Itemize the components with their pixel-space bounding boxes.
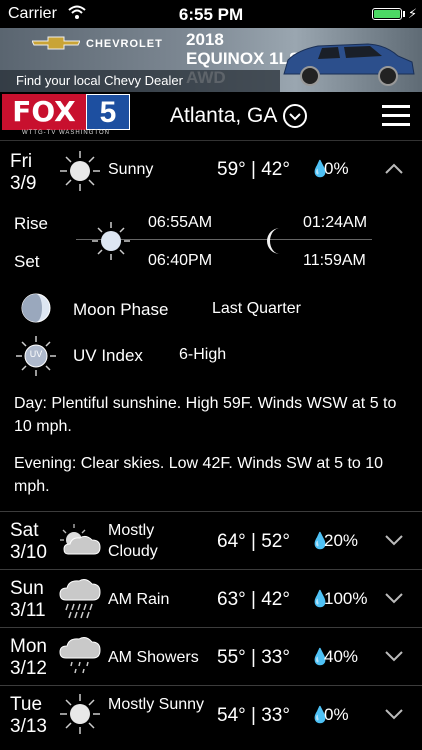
sun-icon <box>60 694 100 734</box>
chevron-down-icon[interactable] <box>384 650 404 662</box>
rise-label: Rise <box>14 214 49 233</box>
chevron-down-icon[interactable] <box>384 534 404 546</box>
condition-label: AM Showers <box>108 649 199 666</box>
rain-cloud-icon <box>59 579 101 619</box>
moon-phase-icon <box>21 293 51 323</box>
logo-fox: FOX <box>2 94 86 130</box>
sunrise-time: 06:55AM <box>148 214 213 231</box>
crescent-moon-icon <box>267 228 280 254</box>
precip-label: 40% <box>324 647 359 666</box>
app-header: FOX 5 WTTG-TV WASHINGTON Atlanta, GA <box>0 92 422 141</box>
logo-subtext: WTTG-TV WASHINGTON <box>22 130 110 136</box>
sunset-time: 06:40PM <box>148 252 213 269</box>
precip-label: 0% <box>324 705 349 724</box>
condition-label: Sunny <box>108 161 154 178</box>
day-label: Sat 3/10 <box>10 520 47 563</box>
forecast-row[interactable]: Sun 3/11 AM Rain 63° | 42° 💧 100% <box>0 570 422 628</box>
temps-label: 64° | 52° <box>217 531 290 552</box>
today-detail-panel: Rise Set 06:55AM 06:40PM 01:24AM 11:59AM… <box>0 206 422 512</box>
car-image <box>283 43 415 86</box>
uv-index-icon: UV <box>14 334 58 378</box>
temps-label: 55° | 33° <box>217 647 290 668</box>
uv-index-value: 6-High <box>179 346 227 363</box>
moon-phase-value: Last Quarter <box>212 300 301 317</box>
uv-badge: UV <box>29 349 43 359</box>
forecast-row[interactable]: Tue 3/13 Mostly Sunny 54° | 33° 💧 0% <box>0 686 422 750</box>
battery-icon <box>372 8 402 20</box>
location-label[interactable]: Atlanta, GA <box>170 104 277 128</box>
temps-label: 54° | 33° <box>217 705 290 726</box>
condition-label: Mostly Cloudy <box>108 522 158 560</box>
chevron-up-icon[interactable] <box>384 163 404 175</box>
precip-label: 100% <box>324 589 368 608</box>
logo-number: 5 <box>86 94 130 130</box>
day-label: Fri 3/9 <box>10 151 37 194</box>
ad-dealer-link[interactable]: Find your local Chevy Dealer <box>0 70 280 92</box>
shower-cloud-icon <box>59 637 101 674</box>
moonset-time: 11:59AM <box>303 252 366 269</box>
status-bar: Carrier 6:55 PM ⚡ <box>0 0 422 28</box>
precip-label: 0% <box>324 159 349 178</box>
day-label: Mon 3/12 <box>10 636 47 679</box>
condition-label: Mostly Sunny <box>108 696 205 713</box>
forecast-row[interactable]: Sat 3/10 Mostly Cloudy 64° | 52° 💧 20% <box>0 512 422 570</box>
partly-cloudy-icon <box>60 524 101 555</box>
day-forecast-text: Day: Plentiful sunshine. High 59F. Winds… <box>14 395 397 435</box>
forecast-row[interactable]: Mon 3/12 AM Showers 55° | 33° 💧 40% <box>0 628 422 686</box>
fox5-logo[interactable]: FOX 5 WTTG-TV WASHINGTON <box>2 94 132 138</box>
chevron-down-icon[interactable] <box>384 708 404 720</box>
uv-index-label: UV Index <box>73 346 143 365</box>
moon-phase-label: Moon Phase <box>73 300 169 319</box>
chevron-down-icon <box>289 113 301 121</box>
precip-label: 20% <box>324 531 359 550</box>
charging-icon: ⚡ <box>408 6 418 21</box>
chevrolet-bowtie-icon <box>32 36 80 50</box>
sun-icon <box>92 222 130 260</box>
clock: 6:55 PM <box>178 5 244 24</box>
chevron-down-icon[interactable] <box>384 592 404 604</box>
location-dropdown-button[interactable] <box>283 104 307 128</box>
forecast-row-today[interactable]: Fri 3/9 Sunny 59° | 42° 💧 0% <box>0 141 422 205</box>
moonrise-time: 01:24AM <box>303 214 368 231</box>
day-label: Sun 3/11 <box>10 578 46 621</box>
ad-banner[interactable]: CHEVROLET 2018 EQUINOX 1LS AWD Find your… <box>0 28 422 92</box>
temps-label: 63° | 42° <box>217 589 290 610</box>
day-label: Tue 3/13 <box>10 694 47 737</box>
condition-label: AM Rain <box>108 591 170 608</box>
temps-label: 59° | 42° <box>217 159 290 180</box>
set-label: Set <box>14 252 40 271</box>
ad-brand: CHEVROLET <box>86 38 163 50</box>
sun-icon <box>60 151 100 191</box>
hamburger-menu-button[interactable] <box>382 105 410 127</box>
evening-forecast-text: Evening: Clear skies. Low 42F. Winds SW … <box>14 455 384 495</box>
